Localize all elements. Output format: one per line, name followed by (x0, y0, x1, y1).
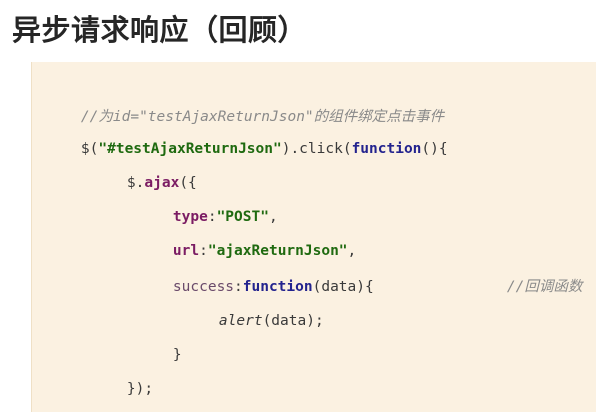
function-tail: (){ (421, 141, 448, 157)
code-line-type: type:"POST", (138, 178, 278, 225)
code-line-close-success: } (138, 316, 182, 363)
close-brace: } (172, 347, 182, 363)
click-call: ).click( (281, 141, 352, 157)
code-line-alert: alert(data); (184, 282, 324, 329)
code-block: //为id="testAjaxReturnJson"的组件绑定点击事件 $("#… (31, 62, 596, 412)
alert-args: (data); (262, 313, 324, 329)
code-line-ajax-call: $.ajax({ (92, 144, 197, 191)
code-line-url: url:"ajaxReturnJson", (138, 212, 356, 259)
code-line-success-comment: //回调函数 (472, 248, 582, 295)
function-keyword: function (351, 141, 422, 157)
callback-comment: //回调函数 (506, 279, 583, 295)
slide-title: 异步请求响应（回顾） (12, 13, 308, 47)
close-ajax: }); (126, 381, 154, 397)
code-line-click-binding: $("#testAjaxReturnJson").click(function(… (46, 110, 448, 157)
alert-call: alert (218, 313, 263, 329)
code-line-success: success:function(data){ (138, 248, 374, 295)
code-line-close-ajax: }); (92, 350, 153, 397)
code-line-close-click: }); (46, 384, 107, 410)
code-line-comment: //为id="testAjaxReturnJson"的组件绑定点击事件 (46, 78, 444, 125)
